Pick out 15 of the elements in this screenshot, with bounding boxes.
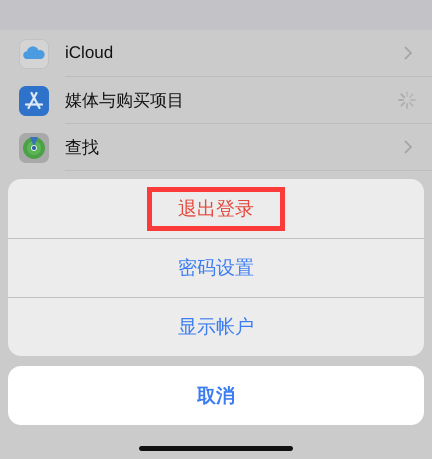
- chevron-icon: [404, 46, 412, 60]
- chevron-icon: [404, 140, 412, 154]
- app-store-icon: [19, 86, 49, 116]
- row-label: 查找: [65, 136, 100, 158]
- action-button[interactable]: 密码设置: [8, 238, 424, 297]
- row-label: 媒体与购买项目: [65, 90, 185, 112]
- cancel-button[interactable]: 取消: [8, 366, 424, 425]
- action-button[interactable]: 显示帐户: [8, 297, 424, 356]
- cloud-icon: [19, 38, 49, 68]
- settings-row[interactable]: 媒体与购买项目: [0, 77, 432, 124]
- settings-row[interactable]: 查找: [0, 124, 432, 171]
- settings-row[interactable]: iCloud: [0, 30, 432, 77]
- radar-icon: [19, 132, 49, 162]
- row-label: iCloud: [65, 43, 114, 63]
- action-button[interactable]: 退出登录: [8, 179, 424, 238]
